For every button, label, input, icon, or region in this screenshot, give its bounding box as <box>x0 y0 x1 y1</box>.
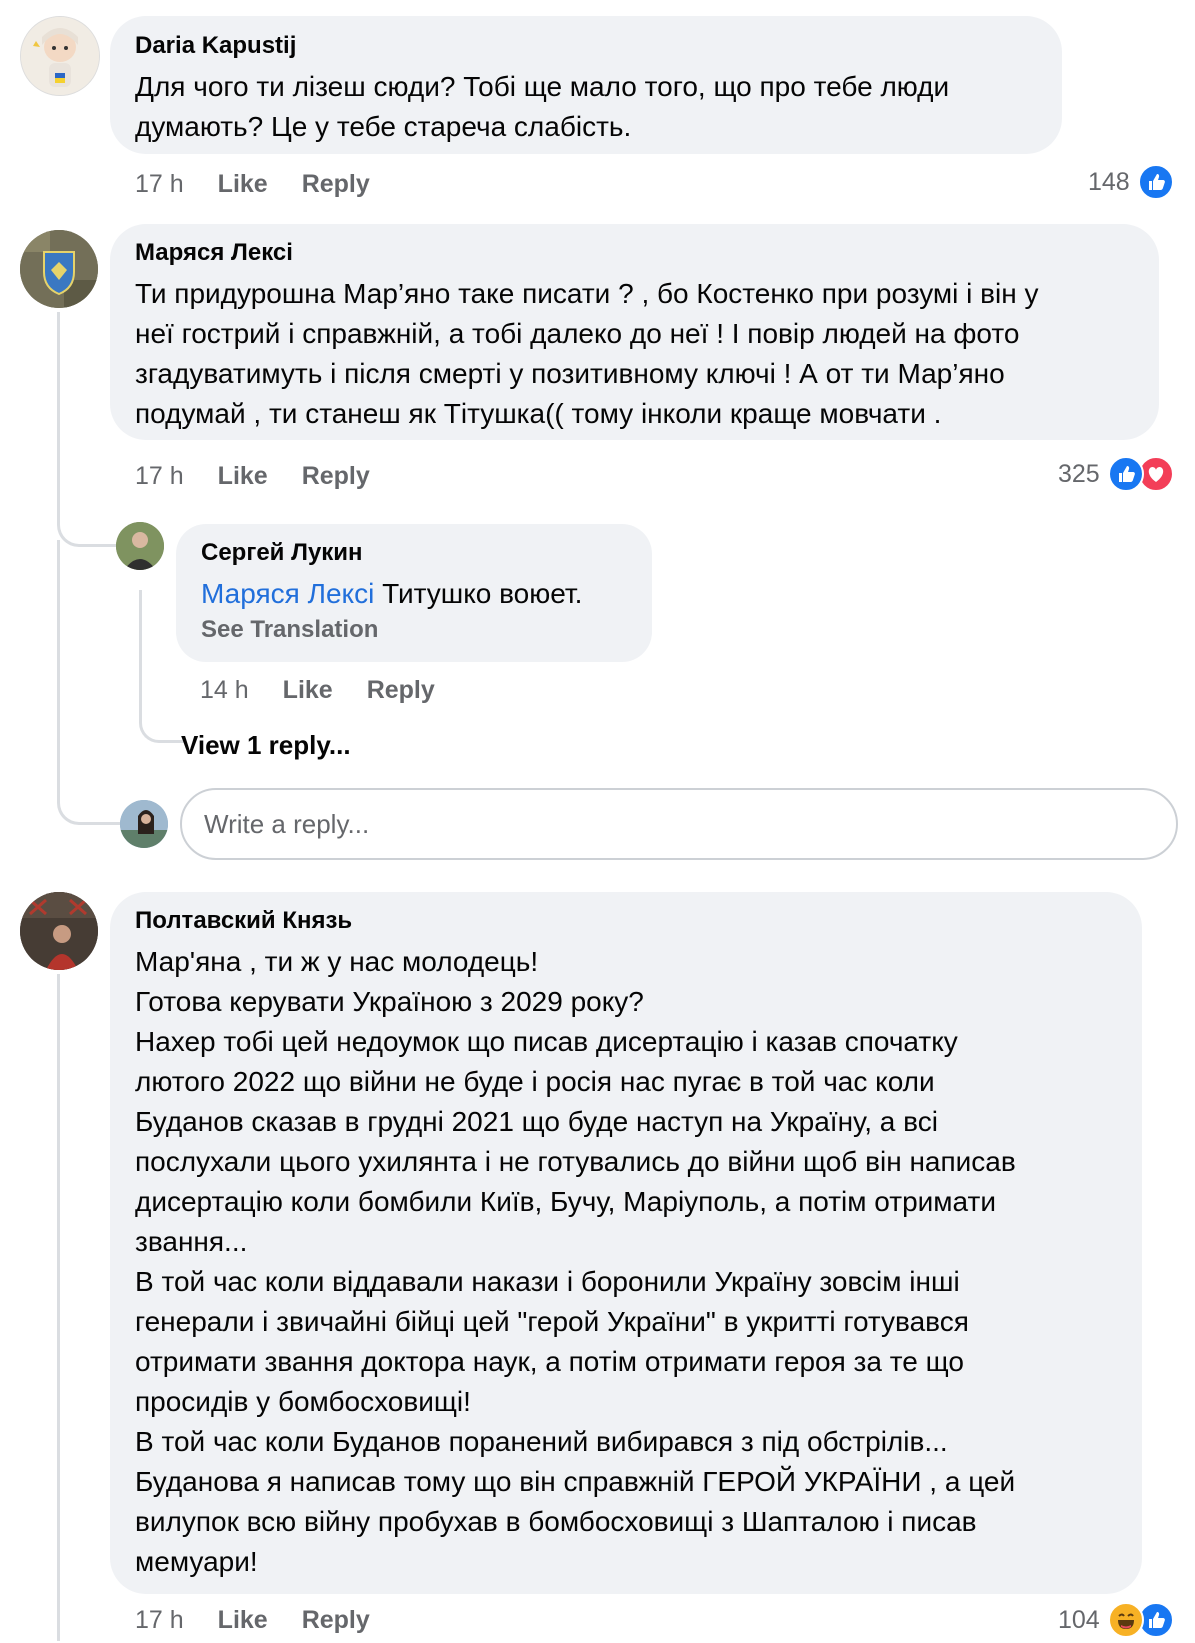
comment-text: Для чого ти лізеш сюди? Тобі ще мало тог… <box>135 71 950 142</box>
comment-time[interactable]: 17 h <box>135 1606 184 1635</box>
like-icon <box>1107 456 1144 492</box>
comment-bubble: Маряся Лексі Ти придурошна Мар’яно таке … <box>110 224 1159 440</box>
like-icon <box>1137 164 1174 200</box>
comment-text: Ти придурошна Мар’яно таке писати ? , бо… <box>135 278 1039 429</box>
comment-bubble: Daria Kapustij Для чого ти лізеш сюди? Т… <box>110 16 1062 154</box>
reaction-summary[interactable]: 148 <box>1088 164 1174 200</box>
haha-icon <box>1107 1602 1144 1638</box>
reply-button[interactable]: Reply <box>302 170 370 199</box>
reaction-count: 148 <box>1088 167 1130 196</box>
reply-button[interactable]: Reply <box>302 1606 370 1635</box>
like-button[interactable]: Like <box>283 676 333 705</box>
like-button[interactable]: Like <box>218 1606 268 1635</box>
comment-time[interactable]: 17 h <box>135 170 184 199</box>
comment-author[interactable]: Daria Kapustij <box>135 31 1062 61</box>
reply-button[interactable]: Reply <box>367 676 435 705</box>
comment-time[interactable]: 17 h <box>135 462 184 491</box>
comment-author[interactable]: Маряся Лексі <box>135 238 1159 268</box>
reaction-summary[interactable]: 104 <box>1058 1602 1174 1638</box>
reply-bubble: Сергей Лукин Маряся Лексі Титушко воюет.… <box>176 524 652 662</box>
thread-line <box>57 312 120 547</box>
comment-bubble: Полтавский Князь Мар'яна , ти ж у нас мо… <box>110 892 1142 1594</box>
avatar[interactable] <box>20 230 98 308</box>
thread-line <box>57 540 120 825</box>
mention-link[interactable]: Маряся Лексі <box>201 578 374 609</box>
reaction-count: 325 <box>1058 459 1100 488</box>
like-button[interactable]: Like <box>218 462 268 491</box>
reaction-summary[interactable]: 325 <box>1058 456 1174 492</box>
write-reply-input[interactable]: Write a reply... <box>180 788 1178 860</box>
view-replies-link[interactable]: View 1 reply... <box>181 730 351 761</box>
avatar[interactable] <box>20 16 100 96</box>
reply-actions: 14 h Like Reply <box>200 672 469 708</box>
write-reply-placeholder: Write a reply... <box>204 808 370 839</box>
reply-author[interactable]: Сергей Лукин <box>201 538 652 568</box>
military-patch-avatar-icon <box>20 230 98 308</box>
woman-avatar-icon <box>120 800 168 848</box>
doll-avatar-icon <box>21 17 99 95</box>
see-translation-link[interactable]: See Translation <box>201 614 652 646</box>
like-button[interactable]: Like <box>218 170 268 199</box>
comment-text: Мар'яна , ти ж у нас молодець! Готова ке… <box>135 946 1016 1577</box>
person-avatar-icon <box>20 892 98 970</box>
person-avatar-icon <box>116 522 164 570</box>
reply-text: Титушко воюет. <box>374 578 583 609</box>
comment-actions: 17 h Like Reply <box>135 166 404 202</box>
avatar[interactable] <box>20 892 98 970</box>
reaction-count: 104 <box>1058 1605 1100 1634</box>
comment-actions: 17 h Like Reply <box>135 1602 404 1638</box>
reply-time[interactable]: 14 h <box>200 676 249 705</box>
comment-actions: 17 h Like Reply <box>135 458 404 494</box>
reply-button[interactable]: Reply <box>302 462 370 491</box>
thread-line <box>57 974 60 1641</box>
current-user-avatar <box>120 800 168 848</box>
avatar[interactable] <box>116 522 164 570</box>
comment-author[interactable]: Полтавский Князь <box>135 906 1142 936</box>
